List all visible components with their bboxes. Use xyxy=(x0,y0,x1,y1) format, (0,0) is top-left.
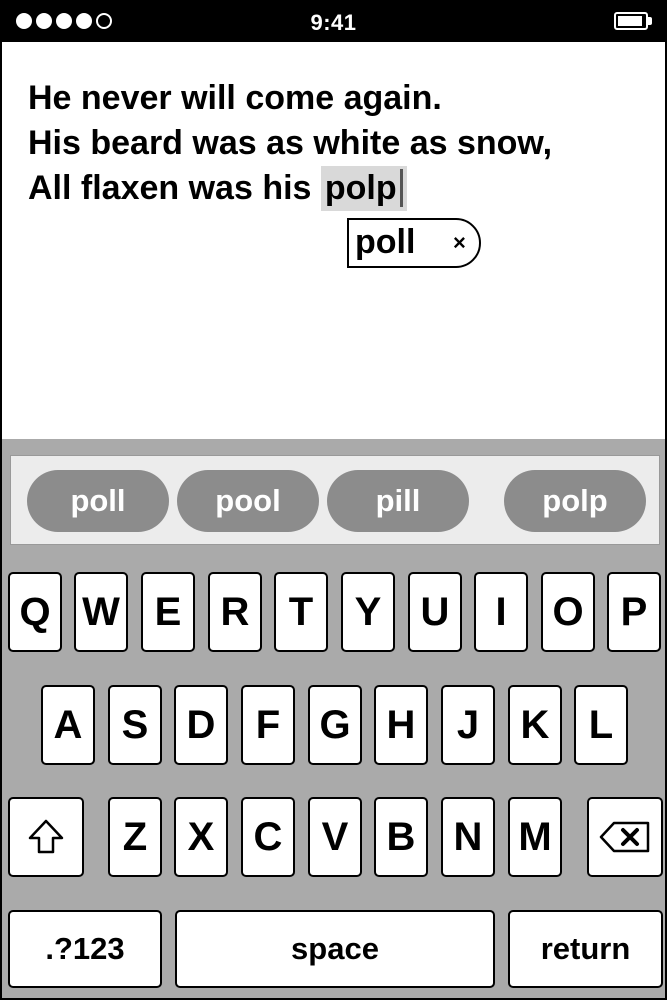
shift-arrow-icon xyxy=(28,819,64,854)
status-bar: 9:41 xyxy=(2,2,665,42)
suggestion-pill[interactable]: pool xyxy=(177,470,319,532)
numbers-key[interactable]: .?123 xyxy=(8,910,162,988)
close-icon[interactable]: × xyxy=(453,230,466,256)
suggestion-bar: poll pool pill polp xyxy=(10,455,660,545)
space-key[interactable]: space xyxy=(175,910,495,988)
key-n[interactable]: N xyxy=(441,797,495,877)
key-l[interactable]: L xyxy=(574,685,628,765)
shift-key[interactable] xyxy=(8,797,84,877)
key-s[interactable]: S xyxy=(108,685,162,765)
text-line-current: All flaxen was his polp xyxy=(28,166,648,211)
battery-full-icon xyxy=(614,12,648,30)
keyboard: poll pool pill polp Q W E R T Y U I O P … xyxy=(2,439,665,998)
current-word: polp xyxy=(324,169,397,207)
battery-level xyxy=(618,16,642,26)
text-caret xyxy=(399,169,403,208)
phone-screen: 9:41 He never will come again. His beard… xyxy=(0,0,667,1000)
suggestion-pill[interactable]: polp xyxy=(504,470,646,532)
key-d[interactable]: D xyxy=(174,685,228,765)
text-line-prefix: All flaxen was his xyxy=(28,169,321,207)
text-line: He never will come again. xyxy=(28,79,442,117)
current-word-highlight: polp xyxy=(320,166,407,211)
key-u[interactable]: U xyxy=(408,572,462,652)
autocorrect-suggestion[interactable]: poll xyxy=(355,223,415,262)
key-c[interactable]: C xyxy=(241,797,295,877)
key-z[interactable]: Z xyxy=(108,797,162,877)
key-q[interactable]: Q xyxy=(8,572,62,652)
return-key[interactable]: return xyxy=(508,910,663,988)
autocorrect-bubble[interactable]: poll × xyxy=(347,218,481,268)
key-k[interactable]: K xyxy=(508,685,562,765)
text-editor[interactable]: He never will come again. His beard was … xyxy=(28,76,648,211)
status-time: 9:41 xyxy=(310,10,357,35)
battery-cap xyxy=(648,17,652,25)
key-g[interactable]: G xyxy=(308,685,362,765)
suggestion-pill[interactable]: poll xyxy=(27,470,169,532)
delete-key[interactable] xyxy=(587,797,663,877)
key-f[interactable]: F xyxy=(241,685,295,765)
text-line: His beard was as white as snow, xyxy=(28,124,553,162)
key-e[interactable]: E xyxy=(141,572,195,652)
key-m[interactable]: M xyxy=(508,797,562,877)
key-p[interactable]: P xyxy=(607,572,661,652)
key-h[interactable]: H xyxy=(374,685,428,765)
key-b[interactable]: B xyxy=(374,797,428,877)
delete-backspace-icon xyxy=(599,821,650,853)
key-r[interactable]: R xyxy=(208,572,262,652)
key-i[interactable]: I xyxy=(474,572,528,652)
key-t[interactable]: T xyxy=(274,572,328,652)
key-y[interactable]: Y xyxy=(341,572,395,652)
key-v[interactable]: V xyxy=(308,797,362,877)
key-a[interactable]: A xyxy=(41,685,95,765)
key-w[interactable]: W xyxy=(74,572,128,652)
suggestion-pill[interactable]: pill xyxy=(327,470,469,532)
key-x[interactable]: X xyxy=(174,797,228,877)
key-o[interactable]: O xyxy=(541,572,595,652)
key-j[interactable]: J xyxy=(441,685,495,765)
